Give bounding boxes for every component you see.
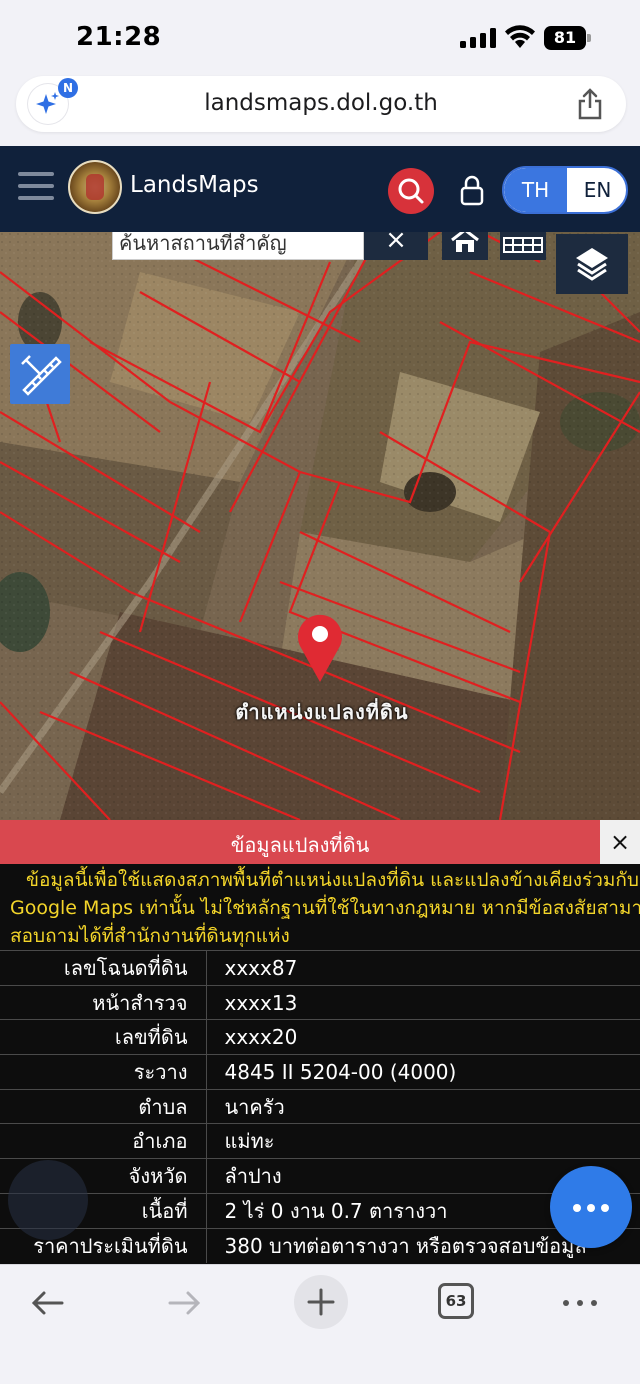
table-row: เนื้อที่ 2 ไร่ 0 งาน 0.7 ตารางวา — [0, 1192, 640, 1228]
disclaimer-notice: ข้อมูลนี้เพื่อใช้แสดงสภาพพื้นที่ตำแหน่งแ… — [10, 866, 640, 950]
parcel-info-body: ข้อมูลนี้เพื่อใช้แสดงสภาพพื้นที่ตำแหน่งแ… — [0, 864, 640, 1264]
ghost-button[interactable] — [8, 1160, 88, 1240]
battery-icon: 81 — [544, 26, 592, 50]
map-pin-icon[interactable] — [294, 610, 346, 684]
disclaimer-line: Google Maps เท่านั้น ไม่ใช่หลักฐานที่ใช้… — [10, 897, 640, 919]
forward-arrow-icon[interactable] — [164, 1283, 204, 1323]
row-label: ตำบล — [0, 1088, 207, 1124]
lang-en-button[interactable]: EN — [567, 168, 626, 212]
row-value: xxxx20 — [206, 1019, 640, 1055]
row-value: xxxx13 — [206, 984, 640, 1020]
row-value: 4845 II 5204-00 (4000) — [206, 1054, 640, 1090]
close-panel-button[interactable]: × — [600, 820, 640, 864]
table-row: อำเภอ แม่ทะ — [0, 1123, 640, 1159]
row-label: หน้าสำรวจ — [0, 984, 207, 1020]
grid-icon — [503, 237, 543, 253]
hamburger-icon[interactable] — [18, 172, 54, 202]
table-row: เลขโฉนดที่ดิน xxxx87 — [0, 950, 640, 986]
app-header: LandsMaps TH EN — [0, 146, 640, 232]
parcel-info-header: ข้อมูลแปลงที่ดิน × — [0, 820, 640, 864]
table-row: ตำบล นาครัว — [0, 1088, 640, 1124]
row-label: เลขที่ดิน — [0, 1019, 207, 1055]
language-toggle[interactable]: TH EN — [502, 166, 628, 214]
disclaimer-line: ข้อมูลนี้เพื่อใช้แสดงสภาพพื้นที่ตำแหน่งแ… — [26, 869, 639, 891]
back-arrow-icon[interactable] — [28, 1283, 68, 1323]
table-row: ระวาง 4845 II 5204-00 (4000) — [0, 1054, 640, 1090]
share-icon[interactable] — [576, 88, 604, 120]
home-icon — [451, 232, 479, 252]
layers-button[interactable] — [556, 234, 628, 294]
parcel-info-table: เลขโฉนดที่ดิน xxxx87 หน้าสำรวจ xxxx13 เลขท… — [0, 950, 640, 1263]
row-label: ระวาง — [0, 1054, 207, 1090]
row-value: xxxx87 — [206, 950, 640, 986]
measure-button[interactable] — [10, 344, 70, 404]
table-row: ราคาประเมินที่ดิน 380 บาทต่อตารางวา หรือต… — [0, 1227, 640, 1263]
search-button[interactable] — [388, 168, 434, 214]
row-label: เลขโฉนดที่ดิน — [0, 950, 207, 986]
measure-icon — [21, 355, 62, 396]
table-row: จังหวัด ลำปาง — [0, 1158, 640, 1194]
clear-search-button[interactable]: × — [364, 232, 428, 260]
logo — [68, 160, 122, 214]
ellipsis-icon[interactable] — [560, 1283, 600, 1323]
status-time: 21:28 — [76, 22, 162, 52]
layers-icon — [576, 248, 608, 281]
new-tab-button[interactable] — [294, 1275, 348, 1329]
table-row: เลขที่ดิน xxxx20 — [0, 1019, 640, 1055]
browser-toolbar: 63 — [0, 1264, 640, 1384]
table-row: หน้าสำรวจ xxxx13 — [0, 984, 640, 1020]
disclaimer-line: สอบถามได้ที่สำนักงานที่ดินทุกแห่ง — [10, 925, 290, 947]
grid-button[interactable] — [500, 232, 546, 260]
battery-level: 81 — [544, 26, 586, 50]
search-icon — [398, 178, 424, 204]
place-search-input[interactable]: ค้นหาสถานที่สำคัญ — [112, 232, 364, 260]
tabs-icon[interactable]: 63 — [438, 1283, 474, 1319]
plus-icon — [307, 1288, 335, 1316]
row-label: อำเภอ — [0, 1123, 207, 1159]
row-value: นาครัว — [206, 1088, 640, 1124]
url-text[interactable]: landsmaps.dol.go.th — [16, 90, 626, 116]
brand-name: LandsMaps — [130, 172, 259, 198]
home-button[interactable] — [442, 232, 488, 260]
wifi-icon — [505, 25, 535, 48]
more-options-button[interactable] — [550, 1166, 632, 1248]
parcel-info-title: ข้อมูลแปลงที่ดิน — [230, 833, 370, 857]
row-value: แม่ทะ — [206, 1123, 640, 1159]
more-icon — [573, 1204, 581, 1212]
status-bar: 21:28 81 — [0, 0, 640, 72]
lang-th-button[interactable]: TH — [504, 168, 567, 212]
lock-icon[interactable] — [458, 174, 486, 206]
map-view[interactable]: ค้นหาสถานที่สำคัญ × ตำแหน่งแปลงที่ดิน — [0, 232, 640, 820]
cellular-signal-icon — [460, 28, 496, 48]
satellite-map — [0, 232, 640, 820]
pin-label: ตำแหน่งแปลงที่ดิน — [235, 700, 409, 724]
address-bar[interactable]: N landsmaps.dol.go.th — [16, 76, 626, 132]
